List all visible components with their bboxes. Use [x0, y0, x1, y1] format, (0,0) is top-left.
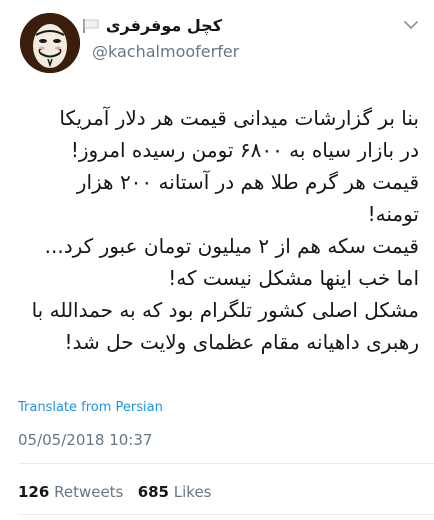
tweet-line: رهبری داهیانه مقام عظمای ولایت حل شد! [64, 330, 419, 354]
avatar[interactable] [20, 13, 80, 73]
retweets-stat[interactable]: 126 Retweets [18, 483, 123, 501]
divider [18, 514, 434, 515]
white-flag-icon [82, 18, 100, 34]
likes-label: Likes [173, 483, 212, 501]
guy-fawkes-mask-icon [20, 13, 80, 73]
retweets-count: 126 [18, 483, 50, 501]
tweet-line: مشکل اصلی کشور تلگرام بود که به حمدالله … [31, 298, 419, 322]
tweet-line: بنا بر گزارشات میدانی قیمت هر دلار آمریک… [59, 106, 419, 130]
translate-link[interactable]: Translate from Persian [18, 400, 163, 415]
name-row: کچل موفرفری [82, 16, 222, 35]
tweet-line: تومنه! [367, 202, 419, 226]
retweets-label: Retweets [54, 483, 124, 501]
chevron-down-icon[interactable] [402, 17, 420, 31]
tweet-line: قیمت هر گرم طلا هم در آستانه ۲۰۰ هزار [76, 170, 419, 194]
tweet-line: اما خب اینها مشکل نیست که! [168, 266, 419, 290]
divider [18, 463, 434, 464]
tweet-line: قیمت سکه هم از ۲ میلیون تومان عبور کرد..… [44, 234, 419, 258]
display-name[interactable]: کچل موفرفری [106, 16, 222, 35]
tweet-header: کچل موفرفری @kachalmooferfer [0, 0, 434, 82]
tweet-line: در بازار سیاه به ۶۸۰۰ تومن رسیده امروز! [70, 138, 419, 162]
tweet-stats: 126 Retweets 685 Likes [18, 483, 212, 501]
user-handle[interactable]: @kachalmooferfer [92, 42, 239, 61]
likes-count: 685 [137, 483, 169, 501]
tweet-timestamp: 05/05/2018 10:37 [18, 431, 153, 449]
likes-stat[interactable]: 685 Likes [138, 483, 212, 501]
tweet-text: بنا بر گزارشات میدانی قیمت هر دلار آمریک… [14, 102, 419, 358]
